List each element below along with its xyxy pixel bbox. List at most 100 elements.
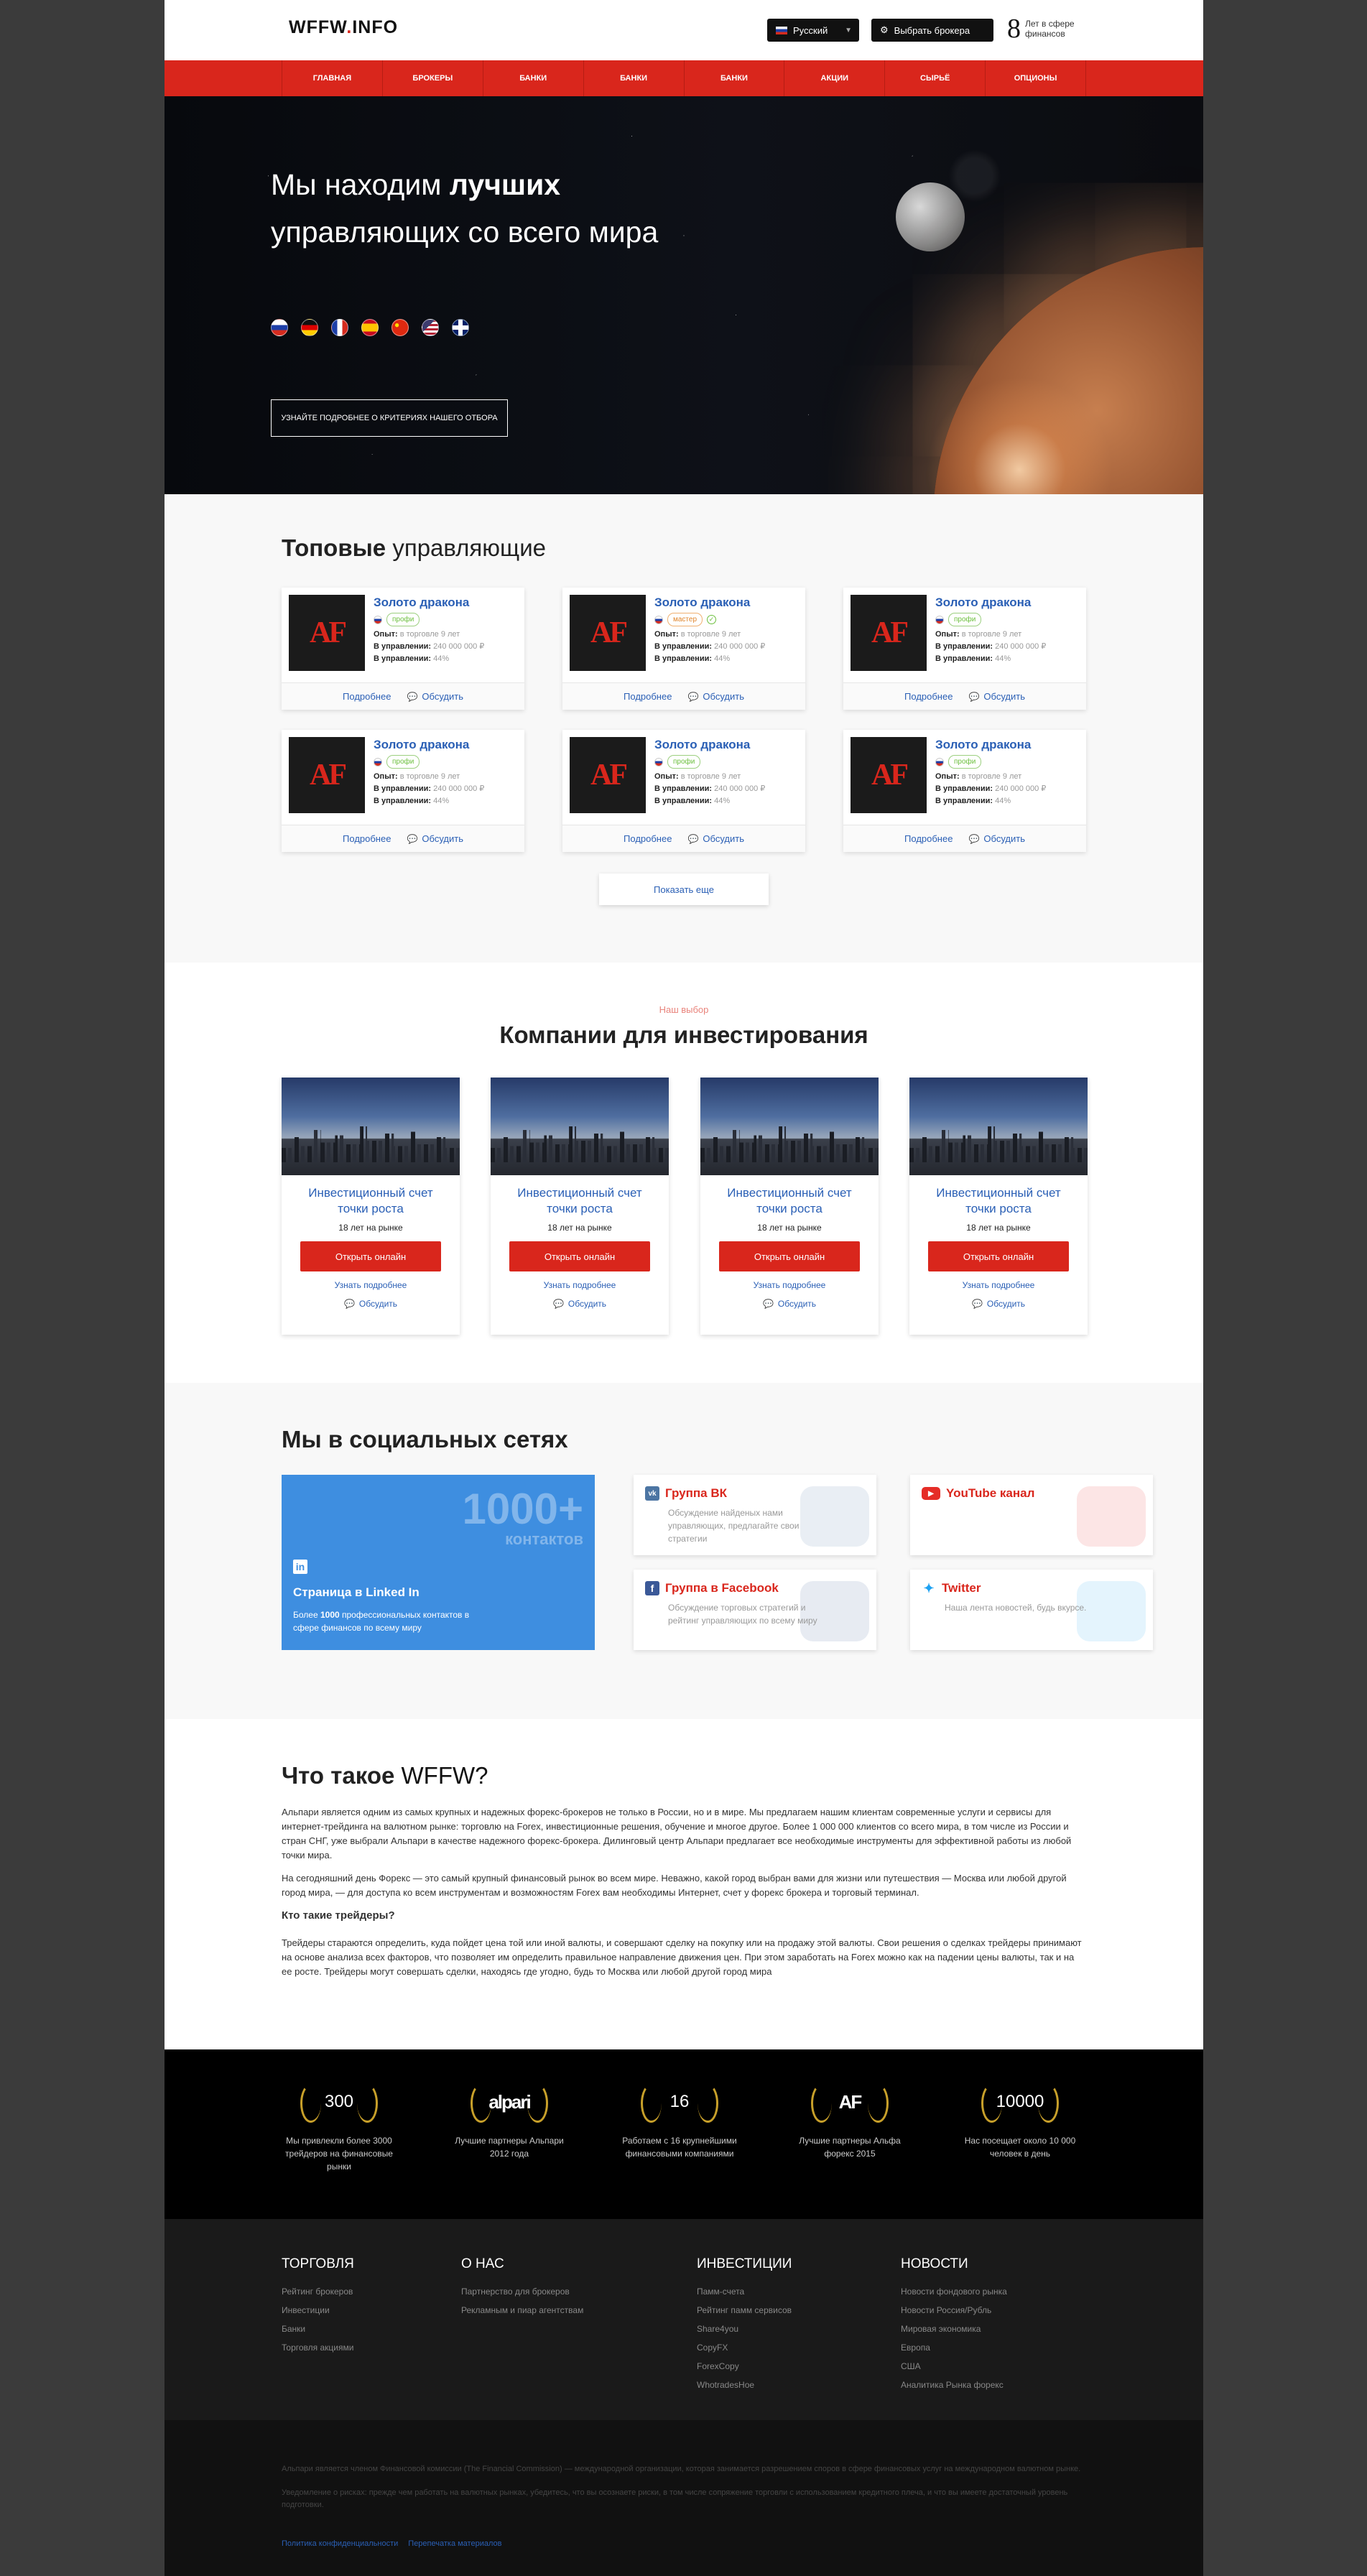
award-item: AF Лучшие партнеры Альфа форекс 2015 [792,2080,907,2160]
manager-discuss-link[interactable]: Обсудить [703,691,744,702]
manager-card: AF Золото дракона профи Опыт: в торговле 9 … [843,588,1086,710]
nav-item-brokers[interactable]: Брокеры [381,60,483,96]
china-flag-icon[interactable] [391,319,409,336]
manager-name[interactable]: Золото дракона [654,737,765,753]
investment-discuss-link[interactable]: Обсудить [778,1299,816,1309]
manager-details-link[interactable]: Подробнее [904,833,953,844]
footer-link[interactable]: Памм-счета [697,2282,792,2301]
investment-name[interactable]: Инвестиционный счет точки роста [700,1185,879,1217]
footer-link[interactable]: Банки [282,2320,354,2338]
footer-link[interactable]: Рейтинг брокеров [282,2282,354,2301]
nav-item-stocks[interactable]: Акции [784,60,884,96]
linkedin-title: Страница в Linked In [293,1585,420,1599]
investment-discuss-link[interactable]: Обсудить [568,1299,606,1309]
logo[interactable]: WFFW.INFO [289,17,398,38]
youtube-card[interactable]: ▶ YouTube канал [910,1475,1153,1555]
russia-flag-icon[interactable] [271,319,288,336]
manager-name[interactable]: Золото дракона [935,595,1046,611]
twitter-description: Наша лента новостей, будь вкурсе. [945,1603,1087,1613]
reprint-link[interactable]: Перепечатка материалов [408,2539,501,2548]
language-select[interactable]: Русский ▼ [767,19,859,42]
language-label: Русский [793,24,828,36]
manager-name[interactable]: Золото дракона [374,595,484,611]
open-online-button[interactable]: Открыть онлайн [719,1241,860,1271]
open-online-button[interactable]: Открыть онлайн [300,1241,441,1271]
level-badge: профи [386,755,420,769]
manager-logo[interactable]: AF [851,595,927,671]
nav-item-banks-2[interactable]: Банки [583,60,684,96]
years-badge: 8 Лет в сфере финансов [1007,14,1083,43]
manager-name[interactable]: Золото дракона [935,737,1046,753]
show-more-button[interactable]: Показать еще [599,874,769,905]
footer-link[interactable]: Share4you [697,2320,792,2338]
footer-link[interactable]: WhotradesHoe [697,2376,792,2394]
footer-link[interactable]: США [901,2357,1007,2376]
footer-link[interactable]: Рейтинг памм сервисов [697,2301,792,2320]
usa-flag-icon[interactable] [422,319,439,336]
nav-item-banks[interactable]: Банки [482,60,583,96]
footer-link[interactable]: Партнерство для брокеров [461,2282,583,2301]
footer-link[interactable]: Инвестиции [282,2301,354,2320]
spain-flag-icon[interactable] [361,319,379,336]
manager-details-link[interactable]: Подробнее [624,691,672,702]
learn-more-link[interactable]: Узнать подробнее [335,1280,407,1290]
investment-name[interactable]: Инвестиционный счет точки роста [491,1185,669,1217]
open-online-button[interactable]: Открыть онлайн [509,1241,650,1271]
footer-link[interactable]: Аналитика Рынка форекс [901,2376,1007,2394]
linkedin-card[interactable]: 1000+ контактов in Страница в Linked In Б… [282,1475,595,1650]
manager-logo[interactable]: AF [851,737,927,813]
footer-link[interactable]: Рекламным и пиар агентствам [461,2301,583,2320]
nav-item-options[interactable]: Опционы [985,60,1086,96]
investment-discuss-link[interactable]: Обсудить [987,1299,1025,1309]
privacy-policy-link[interactable]: Политика конфиденциальности [282,2539,398,2548]
manager-logo[interactable]: AF [570,595,646,671]
learn-more-link[interactable]: Узнать подробнее [544,1280,616,1290]
manager-details-link[interactable]: Подробнее [343,833,391,844]
manager-logo[interactable]: AF [289,737,365,813]
vk-icon: vk [645,1486,659,1501]
twitter-card[interactable]: ✦ Twitter Наша лента новостей, будь вкурс… [910,1570,1153,1650]
vk-card[interactable]: vk Группа ВК Обсуждение найденых нами упр… [634,1475,876,1555]
manager-discuss-link[interactable]: Обсудить [983,691,1025,702]
investment-name[interactable]: Инвестиционный счет точки роста [909,1185,1088,1217]
manager-name[interactable]: Золото дракона [654,595,765,611]
footer-link[interactable]: CopyFX [697,2338,792,2357]
twitter-title: Twitter [942,1581,981,1595]
investment-discuss-link[interactable]: Обсудить [359,1299,397,1309]
learn-more-link[interactable]: Узнать подробнее [963,1280,1035,1290]
manager-card: AF Золото дракона профи Опыт: в торговле 9 … [843,730,1086,852]
footer-link[interactable]: Новости фондового рынка [901,2282,1007,2301]
manager-logo[interactable]: AF [289,595,365,671]
choose-broker-button[interactable]: ⚙ Выбрать брокера [871,19,993,42]
footer-link[interactable]: Торговля акциями [282,2338,354,2357]
manager-details-link[interactable]: Подробнее [624,833,672,844]
vk-description: Обсуждение найденых нами управляющих, пр… [668,1508,800,1544]
manager-details-link[interactable]: Подробнее [904,691,953,702]
investment-name[interactable]: Инвестиционный счет точки роста [282,1185,460,1217]
laurel-wreath-icon: 16 [636,2080,723,2124]
manager-logo[interactable]: AF [570,737,646,813]
nav-item-home[interactable]: Главная [282,60,382,96]
manager-details-link[interactable]: Подробнее [343,691,391,702]
footer-col-title: Инвестиции [697,2256,792,2271]
manager-name[interactable]: Золото дракона [374,737,484,753]
learn-more-link[interactable]: Узнать подробнее [754,1280,826,1290]
investment-years: 18 лет на рынке [757,1223,822,1233]
germany-flag-icon[interactable] [301,319,318,336]
facebook-card[interactable]: f Группа в Facebook Обсуждение торговых с… [634,1570,876,1650]
selection-criteria-button[interactable]: Узнайте подробнее о критериях нашего отб… [271,399,508,437]
footer-link[interactable]: ForexCopy [697,2357,792,2376]
nav-item-commodities[interactable]: Сырьё [884,60,985,96]
manager-discuss-link[interactable]: Обсудить [703,833,744,844]
manager-discuss-link[interactable]: Обсудить [422,691,463,702]
uk-flag-icon[interactable] [452,319,469,336]
footer-link[interactable]: Европа [901,2338,1007,2357]
france-flag-icon[interactable] [331,319,348,336]
open-online-button[interactable]: Открыть онлайн [928,1241,1069,1271]
footer-link[interactable]: Новости Россия/Рубль [901,2301,1007,2320]
city-skyline-image [282,1078,460,1175]
nav-item-banks-3[interactable]: Банки [683,60,784,96]
footer-link[interactable]: Мировая экономика [901,2320,1007,2338]
manager-discuss-link[interactable]: Обсудить [983,833,1025,844]
manager-discuss-link[interactable]: Обсудить [422,833,463,844]
